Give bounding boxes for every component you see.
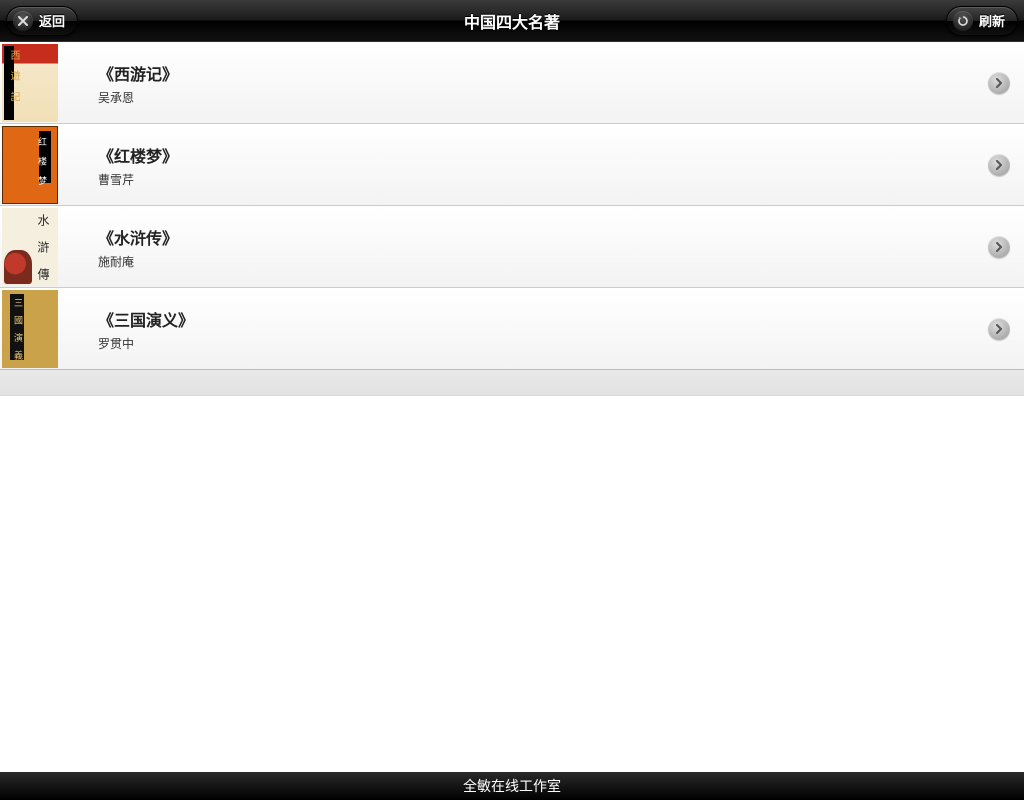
- list-item[interactable]: 《西游记》 吴承恩: [0, 42, 1024, 124]
- book-info: 《红楼梦》 曹雪芹: [60, 143, 988, 188]
- list-footer-gap: [0, 370, 1024, 396]
- content-area: 《西游记》 吴承恩 《红楼梦》 曹雪芹 《水浒传》 施耐庵: [0, 42, 1024, 396]
- chevron-right-icon: [988, 318, 1010, 340]
- list-item[interactable]: 《水浒传》 施耐庵: [0, 206, 1024, 288]
- close-icon: [13, 11, 33, 31]
- book-title: 《水浒传》: [98, 225, 988, 249]
- book-list: 《西游记》 吴承恩 《红楼梦》 曹雪芹 《水浒传》 施耐庵: [0, 42, 1024, 370]
- book-cover-icon: [2, 44, 58, 122]
- refresh-button-label: 刷新: [979, 11, 1005, 30]
- book-cover-icon: [2, 208, 58, 286]
- page-title: 中国四大名著: [464, 9, 560, 33]
- book-info: 《水浒传》 施耐庵: [60, 225, 988, 270]
- book-info: 《西游记》 吴承恩: [60, 61, 988, 106]
- header-bar: 返回 中国四大名著 刷新: [0, 0, 1024, 42]
- book-author: 吴承恩: [98, 89, 988, 106]
- footer-text: 全敏在线工作室: [463, 776, 561, 796]
- book-title: 《西游记》: [98, 61, 988, 85]
- refresh-button[interactable]: 刷新: [946, 6, 1018, 36]
- book-info: 《三国演义》 罗贯中: [60, 307, 988, 352]
- book-title: 《三国演义》: [98, 307, 988, 331]
- book-title: 《红楼梦》: [98, 143, 988, 167]
- back-button-label: 返回: [39, 11, 65, 30]
- footer-bar: 全敏在线工作室: [0, 772, 1024, 800]
- chevron-right-icon: [988, 154, 1010, 176]
- book-author: 施耐庵: [98, 253, 988, 270]
- book-author: 曹雪芹: [98, 171, 988, 188]
- refresh-icon: [953, 11, 973, 31]
- book-cover-icon: [2, 290, 58, 368]
- list-item[interactable]: 《红楼梦》 曹雪芹: [0, 124, 1024, 206]
- list-item[interactable]: 《三国演义》 罗贯中: [0, 288, 1024, 370]
- book-cover-icon: [2, 126, 58, 204]
- chevron-right-icon: [988, 236, 1010, 258]
- book-author: 罗贯中: [98, 335, 988, 352]
- back-button[interactable]: 返回: [6, 6, 78, 36]
- chevron-right-icon: [988, 72, 1010, 94]
